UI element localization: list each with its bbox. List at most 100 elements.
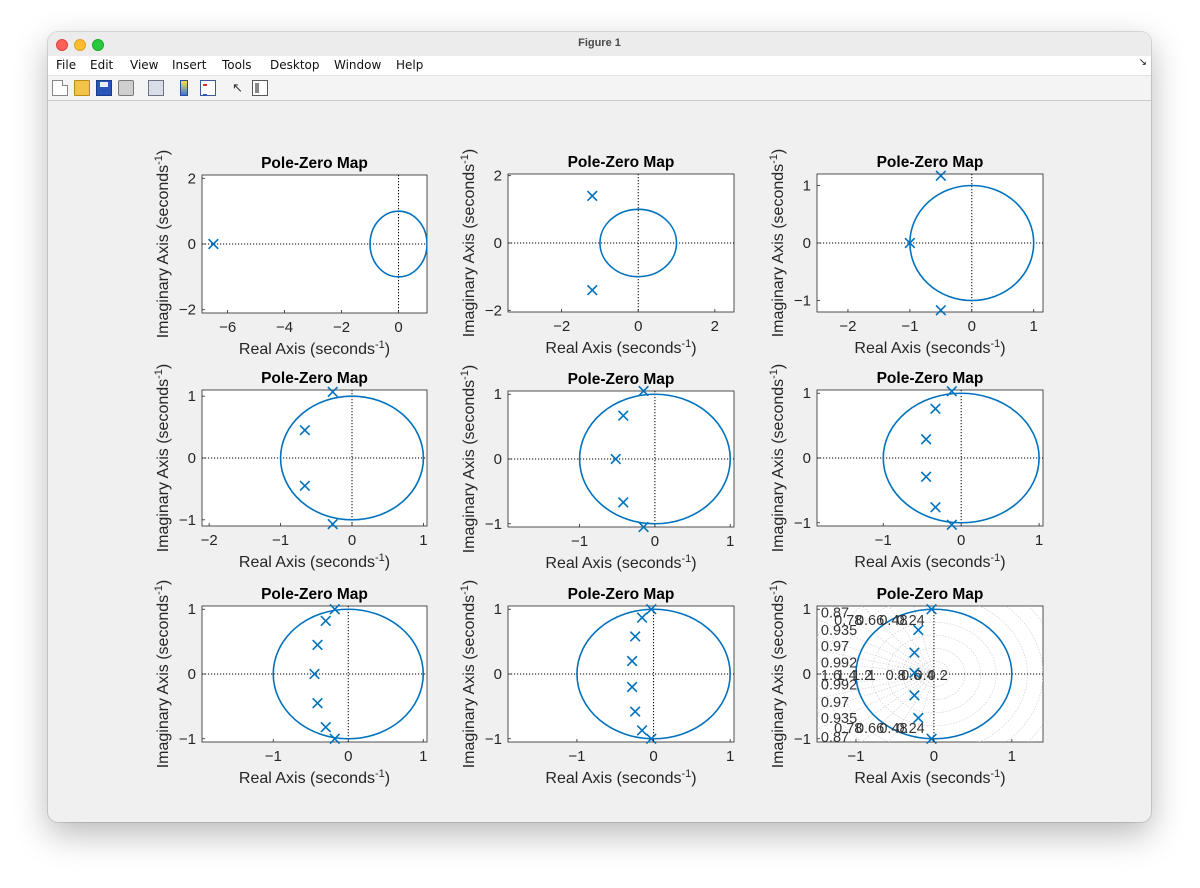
x-axis-label: Real Axis (seconds-1) [854, 338, 1005, 357]
x-tick-label: 1 [1008, 748, 1016, 765]
pole-zero-axes-4: −2 −1 0 1 −1 0 1 Pole-Zero Map Real Axis (second… [153, 364, 428, 571]
x-tick-label: 0 [930, 748, 938, 765]
x-axis-label: Real Axis (seconds-1) [854, 768, 1005, 787]
pole-zero-axes-1: −6 −4 −2 0 −2 0 2 Pole-Zero Map Real Axis (secon… [153, 150, 428, 358]
y-axis-label: Imaginary Axis (seconds-1) [459, 365, 478, 554]
y-tick-label: −2 [179, 302, 196, 319]
pole-zero-axes-9: 0.870.780.660.480.240.9350.970.9920.9920… [768, 580, 1044, 787]
pole-zero-axes-5: −1 0 1 −1 0 1 Pole-Zero Map Real Axis (seconds-… [459, 365, 734, 572]
menu-file[interactable]: File [56, 58, 76, 72]
save-icon[interactable] [96, 80, 112, 96]
x-tick-label: 0 [634, 318, 642, 335]
axes-title: Pole-Zero Map [261, 155, 368, 172]
y-tick-label: 2 [188, 170, 196, 187]
figure-window: Figure 1 File Edit View Insert Tools Des… [48, 32, 1151, 822]
pole-zero-axes-2: −2 0 2 −2 0 2 Pole-Zero Map Real Axis (seconds-… [459, 149, 735, 357]
axes-title: Pole-Zero Map [568, 371, 675, 388]
y-tick-label: 0 [803, 666, 811, 683]
x-tick-label: 0 [348, 532, 356, 549]
x-tick-label: −1 [875, 532, 892, 549]
x-tick-label: −4 [276, 319, 293, 336]
x-tick-label: 1 [419, 748, 427, 765]
y-axis-label: Imaginary Axis (seconds-1) [768, 580, 787, 769]
open-file-icon[interactable] [74, 80, 90, 96]
menu-view[interactable]: View [130, 58, 158, 72]
x-axis-label: Real Axis (seconds-1) [545, 338, 696, 357]
dock-arrow-icon[interactable]: ↘ [1139, 57, 1147, 68]
y-tick-label: 2 [494, 168, 502, 185]
grid-damping-label: 0.97 [821, 695, 849, 711]
new-figure-icon[interactable] [52, 80, 68, 96]
y-tick-label: 1 [188, 601, 196, 618]
x-tick-label: −2 [201, 532, 218, 549]
y-axis-label: Imaginary Axis (seconds-1) [768, 149, 787, 338]
x-tick-label: 0 [968, 318, 976, 335]
print-icon[interactable] [118, 80, 134, 96]
x-tick-label: 1 [419, 532, 427, 549]
x-tick-label: −1 [272, 532, 289, 549]
pole-zero-axes-7: −1 0 1 −1 0 1 Pole-Zero Map Real Axis (seconds-… [153, 580, 427, 787]
x-tick-label: 0 [649, 748, 657, 765]
x-tick-label: −2 [553, 318, 570, 335]
axes-title: Pole-Zero Map [261, 586, 368, 603]
grid-frequency-label: 0.2 [928, 668, 948, 684]
x-tick-label: −1 [265, 748, 282, 765]
grid-damping-label: 0.24 [896, 721, 924, 737]
x-tick-label: −1 [568, 748, 585, 765]
y-tick-label: −1 [794, 731, 811, 748]
menu-desktop[interactable]: Desktop [270, 58, 320, 72]
axes-title: Pole-Zero Map [568, 586, 675, 603]
x-tick-label: −1 [571, 533, 588, 550]
y-tick-label: 1 [803, 601, 811, 618]
y-tick-label: −1 [485, 516, 502, 533]
menu-bar: File Edit View Insert Tools Desktop Wind… [48, 56, 1151, 76]
axes-title: Pole-Zero Map [261, 370, 368, 387]
x-tick-label: −6 [219, 319, 236, 336]
x-tick-label: −2 [839, 318, 856, 335]
y-tick-label: 0 [188, 450, 196, 467]
x-tick-label: 0 [651, 533, 659, 550]
y-axis-label: Imaginary Axis (seconds-1) [153, 580, 172, 769]
pole-zero-axes-8: −1 0 1 −1 0 1 Pole-Zero Map Real Axis (seconds-… [459, 580, 735, 787]
x-axis-label: Real Axis (seconds-1) [545, 768, 696, 787]
property-inspector-icon[interactable] [252, 80, 268, 96]
y-tick-label: −1 [485, 731, 502, 748]
y-tick-label: 0 [803, 235, 811, 252]
menu-edit[interactable]: Edit [90, 58, 113, 72]
x-tick-label: 0 [957, 532, 965, 549]
menu-help[interactable]: Help [396, 58, 423, 72]
y-tick-label: 0 [188, 236, 196, 253]
figure-svg: −6 −4 −2 0 −2 0 2 Pole-Zero Map Real Axis (secon… [153, 149, 1044, 787]
figure-canvas: −6 −4 −2 0 −2 0 2 Pole-Zero Map Real Axis (secon… [48, 101, 1151, 822]
x-axis-label: Real Axis (seconds-1) [239, 552, 390, 571]
x-tick-label: −1 [847, 748, 864, 765]
y-tick-label: −1 [794, 515, 811, 532]
menu-insert[interactable]: Insert [172, 58, 206, 72]
y-tick-label: 0 [494, 666, 502, 683]
x-tick-label: 0 [394, 319, 402, 336]
edit-plot-arrow-icon[interactable]: ↖ [232, 80, 248, 96]
figure-toolbar: ↖ [48, 76, 1151, 101]
menu-window[interactable]: Window [334, 58, 381, 72]
y-tick-label: 0 [188, 666, 196, 683]
grid-damping-label: 0.935 [821, 623, 857, 639]
title-bar[interactable]: Figure 1 [48, 32, 1151, 57]
link-plot-icon[interactable] [148, 80, 164, 96]
x-tick-label: 1 [1035, 532, 1043, 549]
x-tick-label: 1 [1030, 318, 1038, 335]
axes-title: Pole-Zero Map [877, 370, 984, 387]
x-tick-label: 1 [726, 748, 734, 765]
menu-tools[interactable]: Tools [222, 58, 252, 72]
axes-title: Pole-Zero Map [568, 154, 675, 171]
x-axis-label: Real Axis (seconds-1) [854, 552, 1005, 571]
y-tick-label: −2 [485, 302, 502, 319]
x-tick-label: −1 [901, 318, 918, 335]
y-tick-label: 1 [803, 385, 811, 402]
insert-legend-icon[interactable] [200, 80, 216, 96]
x-tick-label: 0 [344, 748, 352, 765]
y-tick-label: 0 [494, 451, 502, 468]
y-tick-label: 1 [494, 601, 502, 618]
grid-damping-label: 0.97 [821, 639, 849, 655]
insert-colorbar-icon[interactable] [180, 80, 188, 96]
pole-zero-axes-3: −2 −1 0 1 −1 0 1 Pole-Zero Map Real Axis (second… [768, 149, 1044, 357]
